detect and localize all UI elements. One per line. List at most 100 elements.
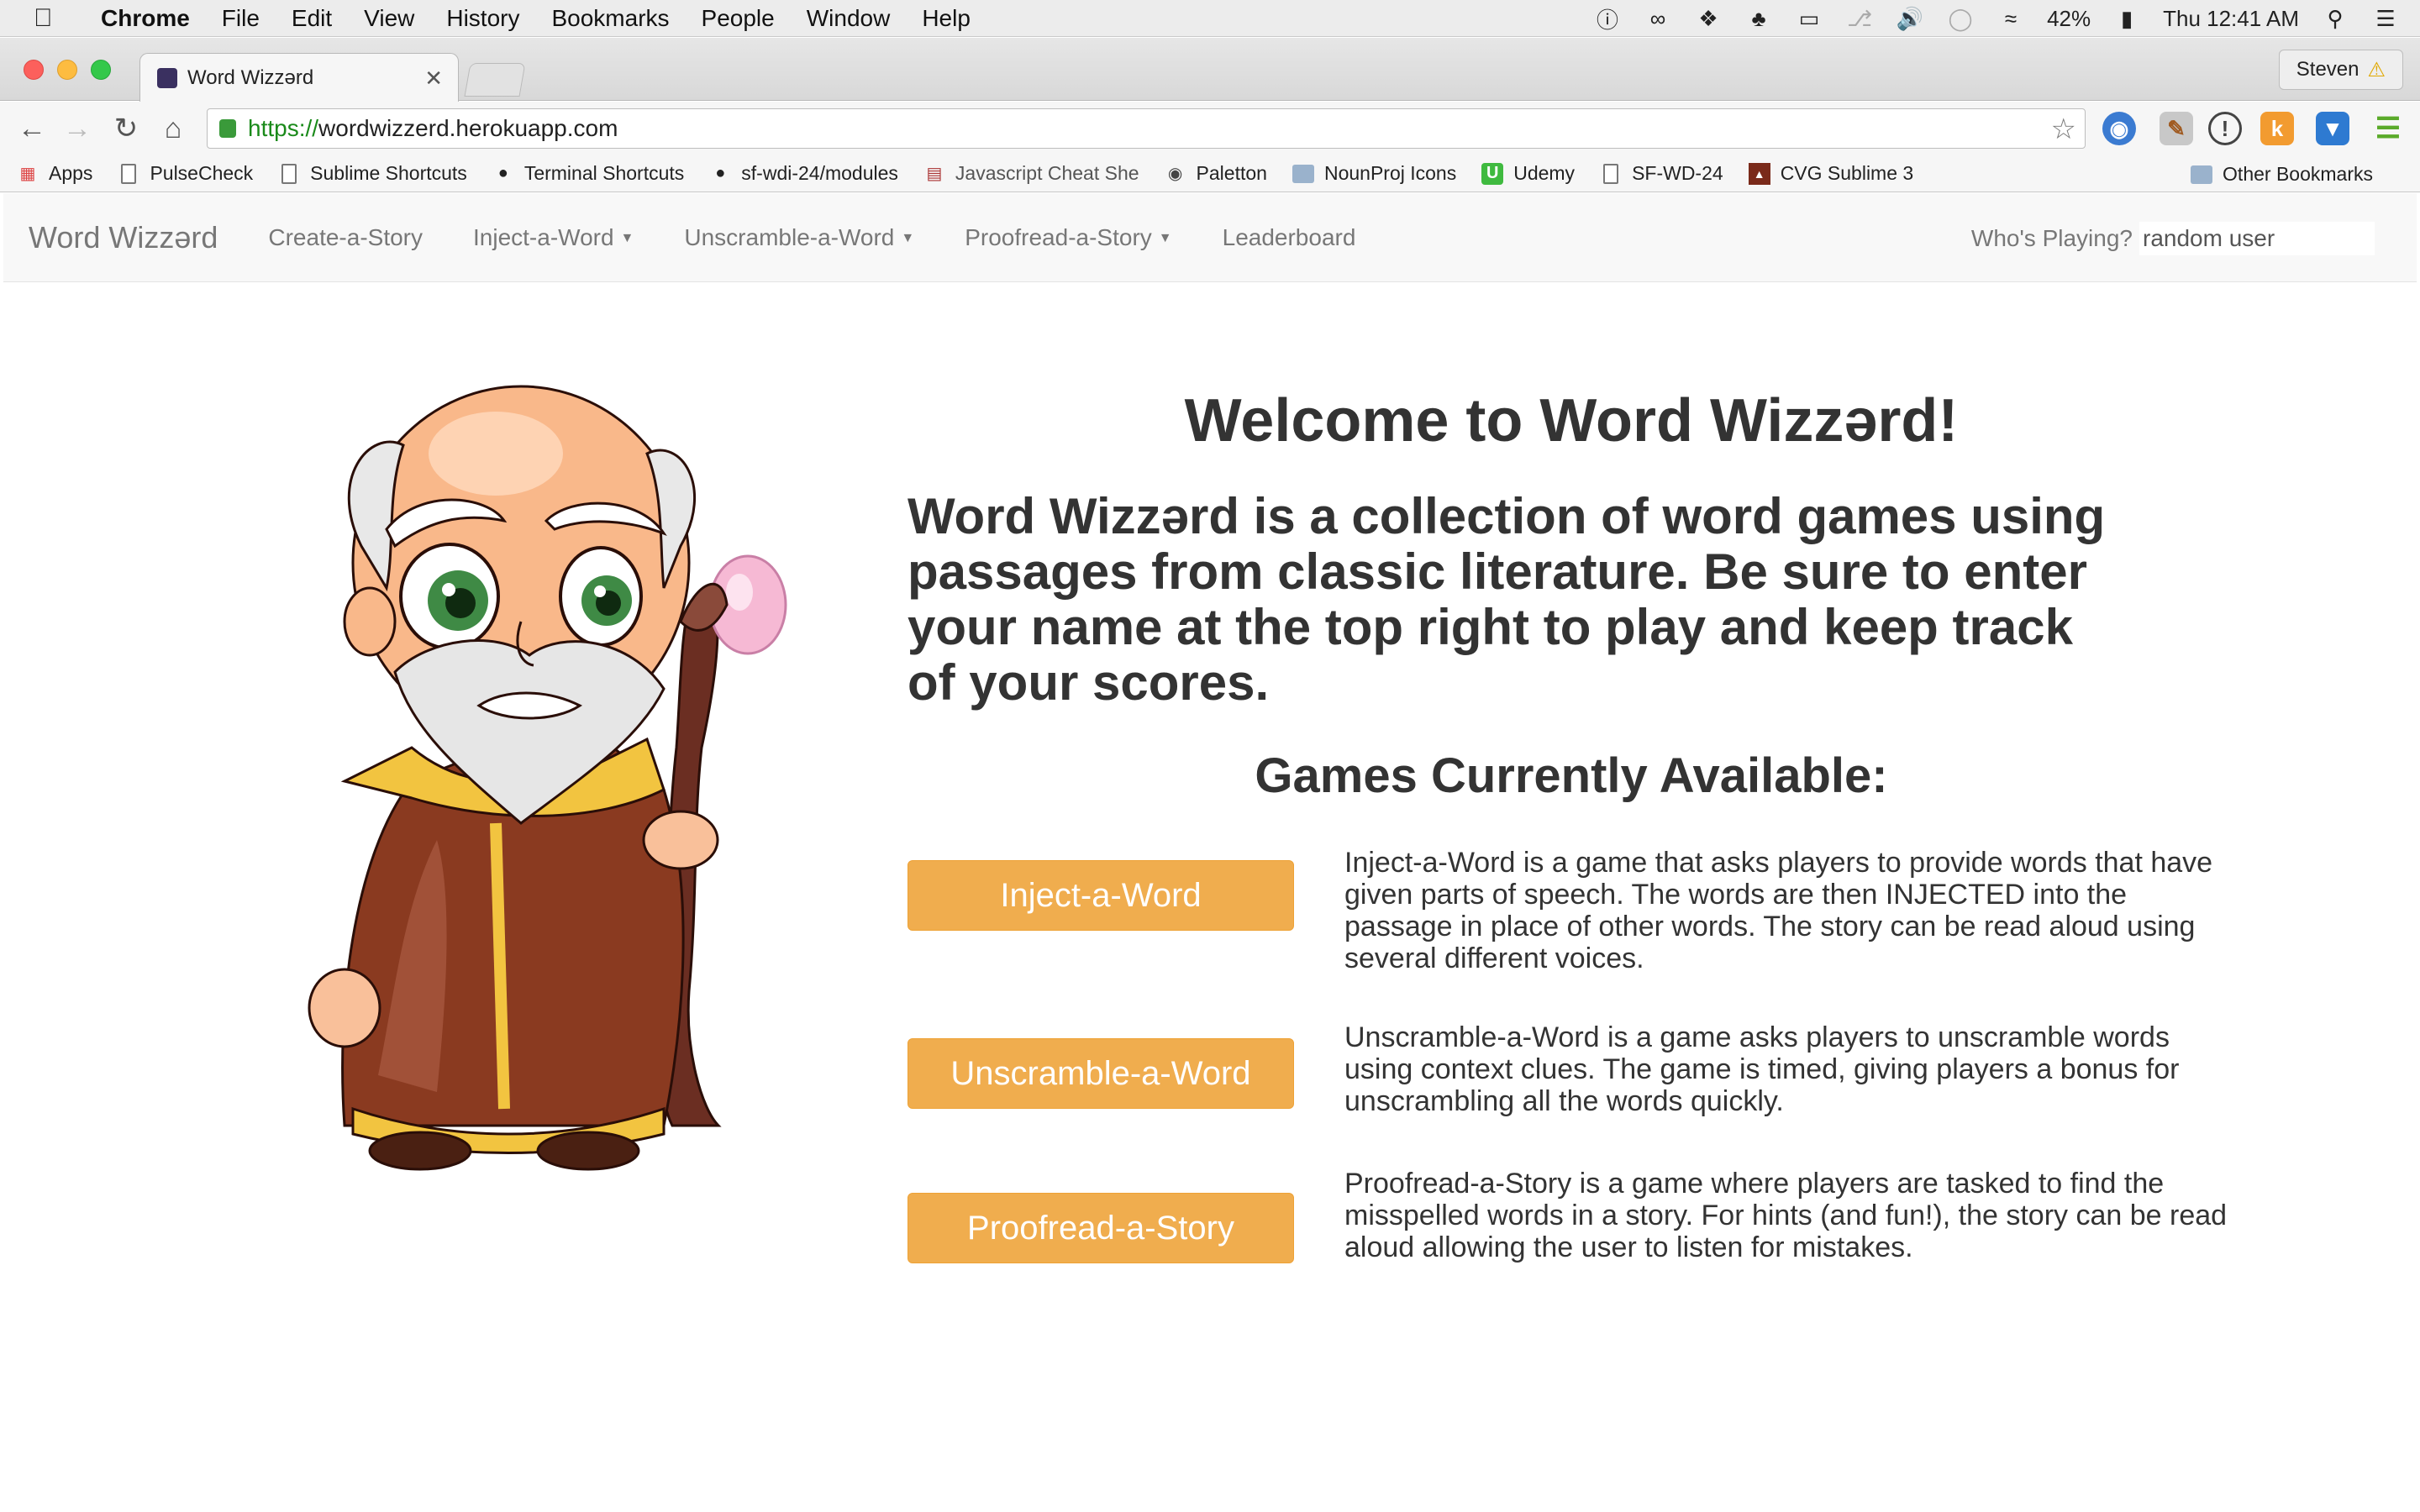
- k-extension-icon[interactable]: k: [2260, 112, 2294, 145]
- menu-window[interactable]: Window: [807, 5, 891, 32]
- bookmark-terminal-shortcuts[interactable]: ● Terminal Shortcuts: [492, 162, 685, 185]
- bookmark-label: Paletton: [1196, 162, 1267, 184]
- proofread-a-story-button[interactable]: Proofread-a-Story: [908, 1193, 1294, 1263]
- bookmark-cvg-sublime-3[interactable]: ▲ CVG Sublime 3: [1748, 162, 1914, 185]
- bookmark-label: Udemy: [1513, 162, 1576, 184]
- volume-icon[interactable]: 🔊: [1896, 4, 1924, 33]
- chrome-menu-icon[interactable]: ☰: [2371, 112, 2405, 145]
- notification-center-icon[interactable]: ☰: [2371, 4, 2400, 33]
- page-icon: [118, 163, 139, 185]
- menubar-clock[interactable]: Thu 12:41 AM: [2163, 6, 2299, 32]
- onepassword-extension-icon[interactable]: !: [2208, 112, 2242, 145]
- bookmark-nounproj-icons[interactable]: NounProj Icons: [1292, 162, 1456, 185]
- cvg-icon: ▲: [1748, 162, 1770, 185]
- nav-inject-a-word-dropdown[interactable]: Inject-a-Word ▼: [473, 224, 634, 251]
- bookmark-sf-wd-24[interactable]: SF-WD-24: [1600, 162, 1723, 185]
- nav-label: Proofread-a-Story: [965, 223, 1152, 250]
- bookmark-javascript-cheat-sheet[interactable]: ▤ Javascript Cheat She: [923, 162, 1139, 185]
- profile-button[interactable]: Steven ⚠: [2278, 50, 2403, 90]
- address-bar[interactable]: https://wordwizzerd.herokuapp.com ☆: [207, 108, 2086, 149]
- nav-leaderboard[interactable]: Leaderboard: [1223, 224, 1356, 251]
- bookmark-label: sf-wdi-24/modules: [741, 162, 898, 184]
- bookmark-star-icon[interactable]: ☆: [2051, 113, 2076, 146]
- bluetooth-icon[interactable]: ⎇: [1845, 4, 1874, 33]
- onepassword-status-icon[interactable]: ⓘ: [1593, 4, 1622, 33]
- menu-edit[interactable]: Edit: [292, 5, 332, 32]
- lock-icon: [219, 119, 236, 138]
- home-icon[interactable]: ⌂: [156, 112, 190, 145]
- menu-history[interactable]: History: [446, 5, 519, 32]
- profile-name: Steven: [2296, 58, 2360, 81]
- bookmark-label: SF-WD-24: [1632, 162, 1723, 184]
- back-arrow-icon[interactable]: ←: [15, 112, 49, 145]
- nav-unscramble-a-word-dropdown[interactable]: Unscramble-a-Word ▼: [684, 224, 914, 251]
- bookmark-sublime-shortcuts[interactable]: Sublime Shortcuts: [278, 162, 467, 185]
- menu-app-chrome[interactable]: Chrome: [101, 5, 190, 32]
- bookmark-paletton[interactable]: ◉ Paletton: [1165, 162, 1267, 185]
- airplay-icon[interactable]: ▭: [1795, 4, 1823, 33]
- creative-cloud-icon[interactable]: ∞: [1644, 4, 1672, 33]
- bookmark-apps[interactable]: ▦ Apps: [17, 162, 93, 185]
- forward-arrow-icon[interactable]: →: [60, 112, 94, 145]
- paletton-icon: ◉: [1167, 165, 1183, 183]
- inject-a-word-button[interactable]: Inject-a-Word: [908, 860, 1294, 931]
- caret-down-icon: ▼: [1158, 231, 1172, 246]
- site-navbar: Word Wizzərd Create-a-Story Inject-a-Wor…: [3, 193, 2417, 282]
- welcome-heading: Welcome to Word Wizzərd!: [1184, 387, 1959, 454]
- window-close-button[interactable]: [24, 60, 44, 80]
- player-name-input[interactable]: [2139, 222, 2375, 255]
- warning-icon: ⚠: [2367, 58, 2386, 81]
- globe-extension-icon[interactable]: ◉: [2102, 112, 2136, 145]
- folder-icon: [2191, 164, 2213, 186]
- bookmark-label: CVG Sublime 3: [1780, 162, 1914, 184]
- window-minimize-button[interactable]: [57, 60, 77, 80]
- caret-down-icon: ▼: [901, 231, 915, 246]
- spotlight-search-icon[interactable]: ⚲: [2321, 4, 2349, 33]
- browser-tab-active[interactable]: Word Wizzərd ✕: [139, 53, 459, 102]
- bookmark-label: PulseCheck: [150, 162, 254, 184]
- folder-icon: [1292, 163, 1314, 185]
- wizard-illustration: [308, 385, 787, 1171]
- browser-toolbar: ← → ↻ ⌂ https://wordwizzerd.herokuapp.co…: [0, 102, 2420, 155]
- menu-bookmarks[interactable]: Bookmarks: [551, 5, 669, 32]
- battery-icon[interactable]: ▮: [2112, 4, 2141, 33]
- url-host: wordwizzerd.herokuapp.com: [318, 115, 618, 141]
- window-zoom-button[interactable]: [91, 60, 111, 80]
- tab-close-icon[interactable]: ✕: [424, 66, 443, 92]
- other-bookmarks-folder[interactable]: Other Bookmarks: [2191, 163, 2373, 186]
- intro-paragraph: Word Wizzərd is a collection of word gam…: [908, 488, 2106, 711]
- main-content: Welcome to Word Wizzərd! Word Wizzərd is…: [908, 386, 2235, 804]
- evernote-icon[interactable]: ♣: [1744, 4, 1773, 33]
- dropbox-icon[interactable]: ❖: [1694, 4, 1723, 33]
- bookmark-pulsecheck[interactable]: PulseCheck: [118, 162, 253, 185]
- tab-title: Word Wizzərd: [187, 66, 314, 89]
- eyedropper-extension-icon[interactable]: ✎: [2160, 112, 2193, 145]
- bookmark-sf-wdi-24-modules[interactable]: ● sf-wdi-24/modules: [709, 162, 898, 185]
- tie-extension-icon[interactable]: ▼: [2316, 112, 2349, 145]
- bookmark-udemy[interactable]: U Udemy: [1481, 162, 1575, 185]
- menu-help[interactable]: Help: [922, 5, 971, 32]
- new-tab-button[interactable]: [464, 63, 526, 97]
- nav-proofread-a-story-dropdown[interactable]: Proofread-a-Story ▼: [965, 224, 1171, 251]
- game-description: Proofread-a-Story is a game where player…: [1344, 1168, 2228, 1263]
- apple-menu-icon[interactable]: : [34, 4, 67, 33]
- bookmark-label: NounProj Icons: [1323, 162, 1457, 184]
- wifi-icon[interactable]: ≈: [1996, 4, 2025, 33]
- book-icon: ▤: [926, 165, 943, 183]
- nav-create-a-story[interactable]: Create-a-Story: [268, 224, 423, 251]
- site-brand[interactable]: Word Wizzərd: [29, 220, 218, 255]
- github-icon: ●: [715, 164, 726, 182]
- menu-people[interactable]: People: [702, 5, 775, 32]
- caret-down-icon: ▼: [620, 231, 634, 246]
- messages-icon[interactable]: ◯: [1946, 4, 1975, 33]
- menu-file[interactable]: File: [222, 5, 260, 32]
- github-icon: ●: [497, 164, 508, 182]
- who-playing-label: Who's Playing?: [1970, 225, 2133, 251]
- menu-view[interactable]: View: [364, 5, 414, 32]
- game-description: Inject-a-Word is a game that asks player…: [1344, 847, 2213, 974]
- url-scheme: https://: [248, 115, 319, 141]
- reload-icon[interactable]: ↻: [109, 112, 143, 145]
- nav-label: Leaderboard: [1222, 223, 1356, 250]
- bookmark-label: Sublime Shortcuts: [310, 162, 467, 184]
- unscramble-a-word-button[interactable]: Unscramble-a-Word: [908, 1038, 1294, 1109]
